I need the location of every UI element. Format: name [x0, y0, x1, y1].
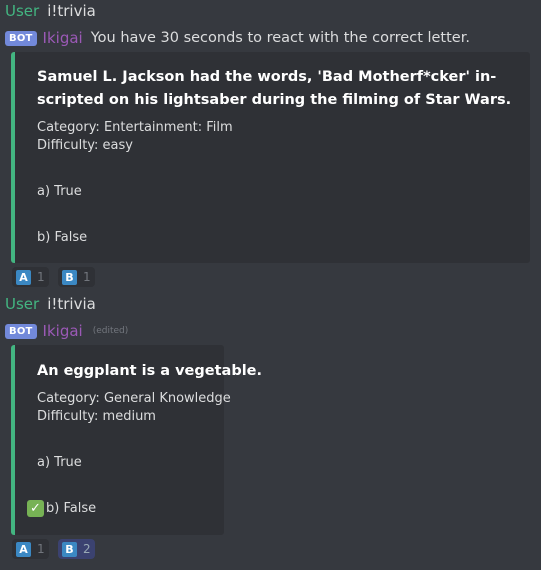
- embed-difficulty: Difficulty: medium: [37, 409, 156, 424]
- trivia-embed-1: Samuel L. Jackson had the words, 'Bad Mo…: [11, 52, 530, 263]
- bot-name[interactable]: Ikigai: [43, 322, 83, 340]
- user-message-1: User i!trivia: [5, 2, 96, 20]
- reaction-a[interactable]: A 1: [12, 267, 49, 287]
- message-text: i!trivia: [47, 295, 96, 313]
- bot-tag: BOT: [5, 323, 37, 339]
- regional-indicator-b-icon: B: [62, 541, 77, 557]
- embed-category: Category: Entertainment: Film: [37, 120, 233, 135]
- embed-option-b: b) False: [46, 501, 97, 516]
- white-check-mark-icon: ✓: [27, 500, 44, 517]
- embed-title: An eggplant is a vegetable.: [37, 363, 263, 379]
- bot-name[interactable]: Ikigai: [43, 29, 83, 47]
- edited-label: (edited): [92, 326, 129, 336]
- username[interactable]: User: [5, 2, 39, 20]
- message-text: i!trivia: [47, 2, 96, 20]
- message-text: You have 30 seconds to react with the co…: [90, 30, 470, 46]
- regional-indicator-a-icon: A: [16, 269, 31, 285]
- user-message-2: User i!trivia: [5, 295, 96, 313]
- embed-option-b: b) False: [37, 230, 88, 245]
- reaction-count: 1: [83, 270, 91, 284]
- embed-option-b-row: ✓ b) False: [27, 500, 96, 517]
- embed-option-a: a) True: [37, 455, 82, 470]
- bot-message-1: BOT Ikigai You have 30 seconds to react …: [5, 29, 470, 47]
- reaction-count: 1: [37, 542, 45, 556]
- reaction-count: 1: [37, 270, 45, 284]
- embed-title: Samuel L. Jackson had the words, 'Bad Mo…: [37, 69, 512, 108]
- embed-option-a: a) True: [37, 184, 82, 199]
- regional-indicator-a-icon: A: [16, 541, 31, 557]
- embed-category: Category: General Knowledge: [37, 391, 231, 406]
- trivia-embed-2: An eggplant is a vegetable. Category: Ge…: [11, 345, 262, 535]
- embed-difficulty: Difficulty: easy: [37, 138, 133, 153]
- bot-tag: BOT: [5, 30, 37, 46]
- reaction-a[interactable]: A 1: [12, 539, 49, 559]
- bot-message-2: BOT Ikigai (edited): [5, 322, 128, 340]
- reaction-count: 2: [83, 542, 91, 556]
- reaction-b[interactable]: B 2: [58, 539, 95, 559]
- reaction-b[interactable]: B 1: [58, 267, 95, 287]
- username[interactable]: User: [5, 295, 39, 313]
- regional-indicator-b-icon: B: [62, 269, 77, 285]
